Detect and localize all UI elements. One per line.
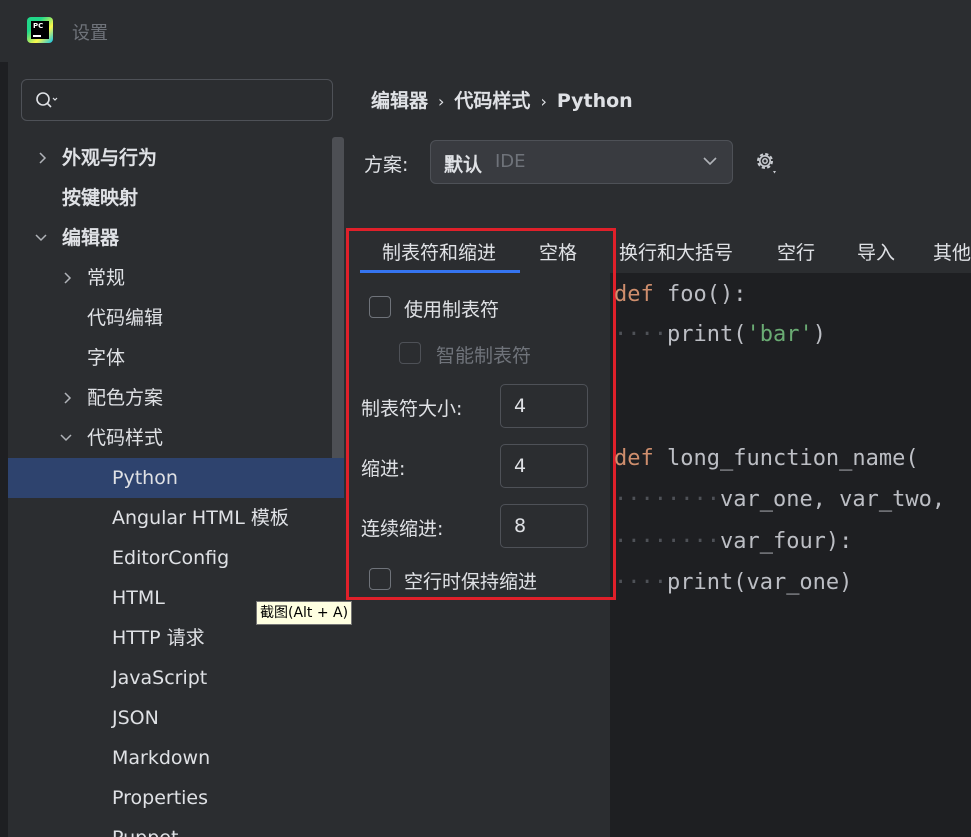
sidebar-item-editor[interactable]: 编辑器 xyxy=(8,218,346,258)
code-line: ····print('bar') xyxy=(614,322,826,347)
sidebar-item-editorconfig[interactable]: EditorConfig xyxy=(8,538,346,578)
breadcrumb-separator: › xyxy=(438,92,445,111)
title-bar xyxy=(0,0,971,62)
scheme-sub: IDE xyxy=(495,151,526,172)
sidebar-item-label: Properties xyxy=(112,787,209,809)
sidebar-item-label: Puppet xyxy=(112,818,178,837)
sidebar-item-puppet[interactable]: Puppet xyxy=(8,818,346,837)
breadcrumb-item: Python xyxy=(556,90,633,112)
sidebar-item-color-scheme[interactable]: 配色方案 xyxy=(8,378,346,418)
window-title: 设置 xyxy=(72,23,108,44)
sidebar-item-label: 代码样式 xyxy=(87,427,164,449)
code-line: ········var_one, var_two, xyxy=(614,487,946,512)
sidebar-item-label: 字体 xyxy=(87,347,126,369)
pycharm-logo-icon: PC xyxy=(27,17,53,43)
sidebar-item-markdown[interactable]: Markdown xyxy=(8,738,346,778)
sidebar-item-label: 外观与行为 xyxy=(62,147,158,169)
sidebar-item-code-style[interactable]: 代码样式 xyxy=(8,418,346,458)
sidebar-item-keymap[interactable]: 按键映射 xyxy=(8,178,346,218)
sidebar-item-label: 配色方案 xyxy=(87,387,164,409)
sidebar-item-label: Angular HTML 模板 xyxy=(112,507,289,529)
chevron-right-icon[interactable] xyxy=(60,378,76,418)
scheme-value: 默认 xyxy=(444,154,483,176)
sidebar-item-label: HTML xyxy=(112,587,165,609)
tab-imports[interactable]: 导入 xyxy=(857,238,895,265)
code-line: ········var_four): xyxy=(614,529,853,554)
breadcrumb-item[interactable]: 代码样式 xyxy=(454,90,530,112)
search-input[interactable] xyxy=(21,79,333,121)
sidebar-item-properties[interactable]: Properties xyxy=(8,778,346,818)
scheme-label: 方案: xyxy=(364,154,409,176)
sidebar-item-label: 编辑器 xyxy=(62,227,120,249)
chevron-right-icon[interactable] xyxy=(35,138,51,178)
chevron-right-icon[interactable] xyxy=(60,258,76,298)
screenshot-tooltip: 截图(Alt + A) xyxy=(256,601,353,625)
breadcrumb-item[interactable]: 编辑器 xyxy=(371,90,428,112)
sidebar-item-appearance[interactable]: 外观与行为 xyxy=(8,138,346,178)
code-preview xyxy=(610,273,971,837)
code-line: def foo(): xyxy=(614,282,747,307)
sidebar-item-label: Markdown xyxy=(112,747,211,769)
sidebar-item-label: 代码编辑 xyxy=(87,307,164,329)
sidebar-item-json[interactable]: JSON xyxy=(8,698,346,738)
sidebar-item-code-editing[interactable]: 代码编辑 xyxy=(8,298,346,338)
sidebar-item-javascript[interactable]: JavaScript xyxy=(8,658,346,698)
sidebar-item-python[interactable]: Python xyxy=(8,458,344,498)
sidebar-item-label: 常规 xyxy=(87,267,126,289)
chevron-down-icon[interactable] xyxy=(702,153,718,169)
tab-wrapping-braces[interactable]: 换行和大括号 xyxy=(619,238,733,265)
gear-icon[interactable] xyxy=(753,149,779,175)
sidebar-item-label: Python xyxy=(112,467,178,489)
highlight-box xyxy=(346,228,616,600)
sidebar-item-general[interactable]: 常规 xyxy=(8,258,346,298)
sidebar-item-label: 按键映射 xyxy=(62,187,139,209)
breadcrumb: 编辑器 › 代码样式 › Python xyxy=(371,86,633,113)
sidebar-item-label: HTTP 请求 xyxy=(112,627,205,649)
sidebar-item-angular-html[interactable]: Angular HTML 模板 xyxy=(8,498,346,538)
search-icon[interactable] xyxy=(34,90,58,110)
chevron-down-icon[interactable] xyxy=(33,218,49,258)
tab-other[interactable]: 其他 xyxy=(933,238,971,265)
sidebar-item-font[interactable]: 字体 xyxy=(8,338,346,378)
breadcrumb-separator: › xyxy=(540,92,547,111)
sidebar-item-label: JSON xyxy=(112,707,159,729)
window-edge xyxy=(0,0,8,837)
sidebar-item-label: JavaScript xyxy=(112,667,208,689)
tab-blank-lines[interactable]: 空行 xyxy=(777,238,815,265)
code-line: ····print(var_one) xyxy=(614,570,853,595)
chevron-down-icon[interactable] xyxy=(58,418,74,458)
code-line: def long_function_name( xyxy=(614,446,919,471)
sidebar-item-label: EditorConfig xyxy=(112,547,230,569)
